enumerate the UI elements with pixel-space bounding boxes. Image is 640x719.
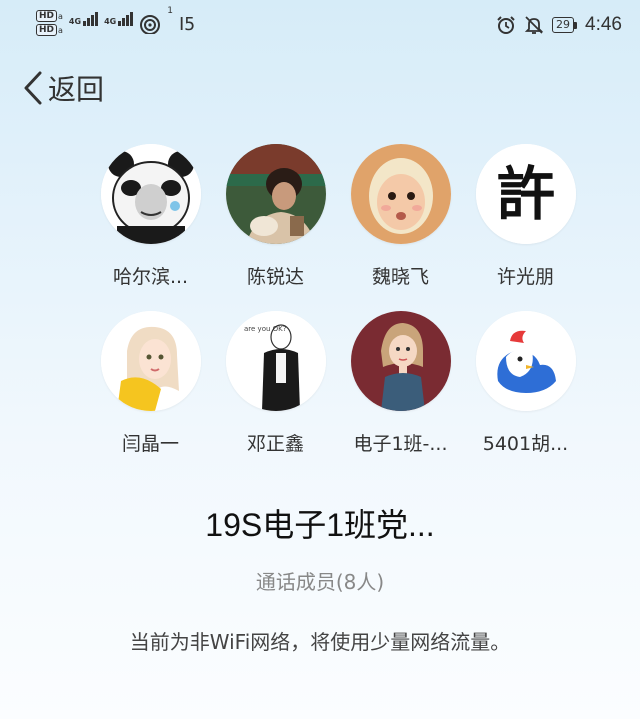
member-count: 通话成员(8人)	[255, 570, 385, 594]
member-name: 邓正鑫	[246, 433, 304, 455]
status-time: 4:46	[585, 14, 622, 35]
avatar	[100, 311, 201, 411]
signal-icon: 4G	[69, 12, 99, 26]
avatar: are you OK?	[225, 311, 326, 411]
back-button[interactable]: 返回	[22, 68, 104, 108]
hd-icon: HD a	[36, 10, 63, 22]
member-grid: 哈尔滨... 陈锐达 魏晓飞 許 许光朋 闫晶一 are you OK? 邓正鑫…	[88, 144, 588, 456]
network-notice: 当前为非WiFi网络，将使用少量网络流量。	[129, 630, 511, 654]
battery-icon: 29	[552, 17, 578, 33]
status-bar-left: HD a HD a 4G 4G 1 Ⅰ5	[36, 6, 196, 36]
alarm-icon	[497, 16, 515, 34]
member-item[interactable]: 魏晓飞	[338, 144, 463, 289]
svg-text:are you OK?: are you OK?	[244, 325, 287, 333]
back-label: 返回	[48, 74, 105, 105]
call-title: 19S电子1班党...	[205, 507, 435, 543]
avatar	[475, 311, 576, 411]
avatar	[350, 311, 451, 411]
hd-indicators: HD a HD a	[36, 10, 63, 36]
member-item[interactable]: are you OK? 邓正鑫	[213, 311, 338, 456]
status-bar-right: 29 4:46	[496, 14, 622, 36]
svg-text:許: 許	[496, 160, 554, 228]
avatar	[100, 144, 201, 244]
member-item[interactable]: 电子1班-...	[338, 311, 463, 456]
member-name: 陈锐达	[246, 266, 304, 288]
member-name: 5401胡...	[482, 433, 569, 455]
member-name: 电子1班-...	[353, 433, 448, 455]
member-name: 许光朋	[496, 266, 554, 288]
member-name: 闫晶一	[121, 433, 179, 455]
member-item[interactable]: 陈锐达	[213, 144, 338, 289]
avatar	[350, 144, 451, 244]
signal-icon: 4G	[104, 12, 134, 26]
wifi-icon	[140, 15, 161, 34]
status-bar: HD a HD a 4G 4G 1 Ⅰ5 29 4:46	[0, 0, 640, 50]
wifi-badge: 1	[167, 6, 173, 16]
chevron-left-icon	[24, 71, 42, 105]
battery-level: 29	[552, 17, 575, 33]
avatar	[225, 144, 326, 244]
mute-icon	[524, 16, 544, 34]
hd-icon: HD a	[36, 24, 63, 36]
member-item[interactable]: 許 许光朋	[463, 144, 588, 289]
avatar: 許	[475, 144, 576, 244]
member-name: 哈尔滨...	[112, 266, 189, 288]
sim-icon: Ⅰ5	[178, 14, 196, 35]
member-name: 魏晓飞	[371, 266, 429, 288]
member-item[interactable]: 5401胡...	[463, 311, 588, 456]
member-item[interactable]: 闫晶一	[88, 311, 213, 456]
member-item[interactable]: 哈尔滨...	[88, 144, 213, 289]
